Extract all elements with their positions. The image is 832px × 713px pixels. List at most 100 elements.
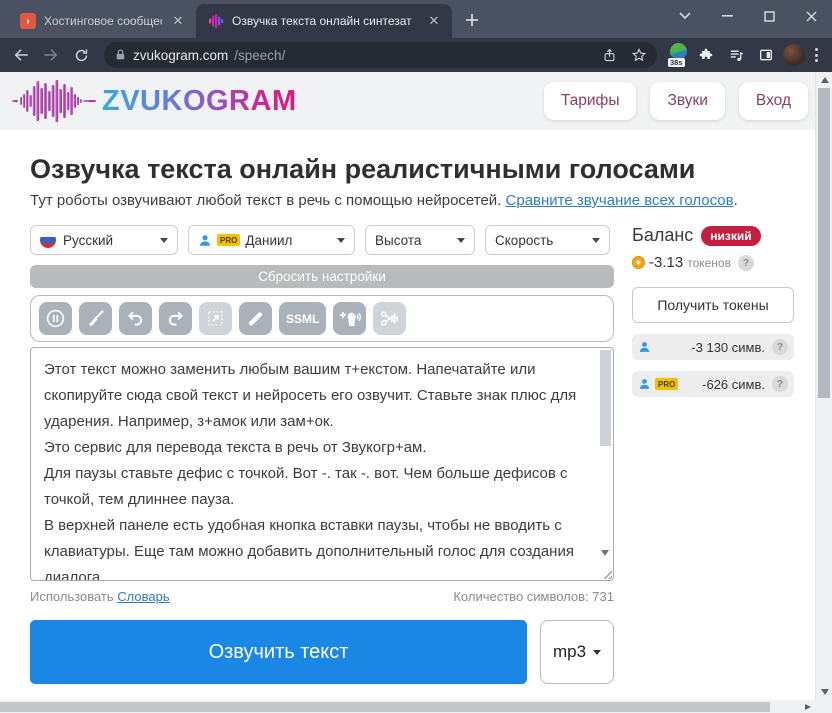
compare-voices-link[interactable]: Сравните звучание всех голосов	[506, 192, 734, 209]
pro-voice-usage-row: PRO -626 симв. ?	[632, 371, 794, 397]
chevron-down-icon	[592, 238, 600, 243]
extensions-puzzle-icon[interactable]	[693, 42, 719, 68]
char-count: Количество символов: 731	[453, 589, 614, 604]
scroll-up-icon[interactable]	[821, 77, 829, 83]
dictionary-link[interactable]: Словарь	[117, 589, 169, 604]
broom-icon	[85, 308, 106, 329]
share-icon[interactable]	[602, 48, 617, 63]
add-voice-button[interactable]	[333, 302, 366, 335]
tab-title: Хостинговое сообщество «Time	[44, 14, 162, 28]
window-maximize-button[interactable]	[748, 0, 790, 32]
browser-tab-hosting[interactable]: › Хостинговое сообщество «Time ✕	[8, 4, 196, 38]
undo-icon	[125, 308, 146, 329]
chevron-down-icon	[593, 650, 601, 655]
person-icon	[198, 233, 212, 248]
back-icon[interactable]	[8, 42, 34, 68]
vertical-scrollbar-thumb[interactable]	[818, 88, 830, 398]
voice-select[interactable]: PRO Даниил	[188, 225, 355, 255]
format-select[interactable]: mp3	[540, 620, 614, 684]
insert-pause-button[interactable]	[39, 302, 72, 335]
editor-scrollbar-thumb[interactable]	[600, 350, 611, 446]
horizontal-scrollbar-thumb[interactable]	[0, 702, 770, 712]
bookmark-star-icon[interactable]	[631, 47, 647, 63]
standard-voice-usage-row: -3 130 симв. ?	[632, 334, 794, 360]
page-title: Озвучка текста онлайн реалистичными голо…	[30, 154, 832, 185]
page-horizontal-scrollbar[interactable]	[0, 700, 815, 713]
balance-label: Баланс	[632, 225, 693, 246]
window-minimize-button[interactable]	[706, 0, 748, 32]
extension-badge: 38s	[668, 58, 685, 67]
chevron-down-icon	[160, 238, 168, 243]
pro-badge: PRO	[655, 378, 678, 390]
tab-close-icon[interactable]: ✕	[170, 13, 186, 29]
address-bar[interactable]: zvukogram.com/speech/	[104, 42, 657, 68]
cut-audio-button[interactable]	[373, 302, 406, 335]
pro-badge: PRO	[217, 234, 240, 246]
browser-tab-zvukogram[interactable]: Озвучка текста онлайн синтезат ✕	[196, 4, 452, 38]
tariffs-button[interactable]: Тарифы	[544, 82, 637, 120]
expand-icon	[205, 308, 226, 329]
vpn-extension-icon[interactable]: 38s	[667, 43, 689, 67]
side-panel-icon[interactable]	[753, 42, 779, 68]
person-icon	[638, 377, 651, 391]
text-editor-wrap: Этот текст можно заменить любым вашим т+…	[30, 347, 614, 581]
logo-text: ZVUKOGRAM	[102, 85, 297, 118]
synthesize-button[interactable]: Озвучить текст	[30, 620, 527, 684]
scrollbar-corner	[815, 700, 832, 713]
window-restore-down-icon[interactable]	[664, 0, 706, 32]
sounds-button[interactable]: Звуки	[650, 82, 724, 120]
url-host: zvukogram.com	[133, 48, 228, 63]
tab-close-icon[interactable]: ✕	[426, 13, 442, 29]
scroll-right-icon[interactable]	[805, 704, 811, 710]
tokens-value: -3.13	[649, 254, 683, 271]
browser-menu-icon[interactable]	[809, 48, 824, 62]
pitch-select[interactable]: Высота	[365, 225, 475, 255]
dictionary-row: Использовать Словарь Количество символов…	[30, 589, 614, 604]
browser-tabstrip: › Хостинговое сообщество «Time ✕ Озвучка…	[0, 0, 832, 38]
reset-settings-button[interactable]: Сбросить настройки	[30, 265, 614, 288]
usage-help-icon[interactable]: ?	[772, 376, 788, 392]
text-editor[interactable]: Этот текст можно заменить любым вашим т+…	[31, 348, 613, 580]
forward-icon[interactable]	[38, 42, 64, 68]
site-header: ZVUKOGRAM Тарифы Звуки Вход	[0, 72, 832, 130]
tab-title: Озвучка текста онлайн синтезат	[232, 14, 418, 28]
editor-toolbar: SSML	[30, 295, 614, 342]
site-logo[interactable]: ZVUKOGRAM	[12, 79, 297, 123]
waveform-logo-icon	[12, 79, 96, 123]
redo-button[interactable]	[159, 302, 192, 335]
editor-scroll-down-icon[interactable]	[601, 550, 609, 556]
ssml-button[interactable]: SSML	[279, 302, 326, 335]
get-tokens-button[interactable]: Получить токены	[632, 287, 794, 323]
browser-toolbar: zvukogram.com/speech/ 38s	[0, 38, 832, 72]
person-icon	[638, 340, 651, 354]
expand-editor-button[interactable]	[199, 302, 232, 335]
undo-button[interactable]	[119, 302, 152, 335]
new-tab-button[interactable]	[458, 6, 486, 34]
tokens-help-icon[interactable]: ?	[738, 255, 754, 271]
usage-value: -626 симв.	[702, 377, 765, 392]
cut-audio-icon	[379, 308, 400, 329]
add-voice-icon	[338, 308, 361, 329]
window-close-button[interactable]	[790, 0, 832, 32]
login-button[interactable]: Вход	[739, 82, 808, 120]
pen-icon	[245, 308, 266, 329]
clear-text-button[interactable]	[79, 302, 112, 335]
tab-favicon-waveform-icon	[208, 13, 224, 29]
playlist-extension-icon[interactable]	[723, 42, 749, 68]
pause-icon	[45, 308, 66, 329]
language-select[interactable]: Русский	[30, 225, 178, 255]
reload-icon[interactable]	[68, 42, 94, 68]
page-vertical-scrollbar[interactable]	[815, 72, 832, 700]
page: ZVUKOGRAM Тарифы Звуки Вход Озвучка текс…	[0, 72, 832, 713]
usage-value: -3 130 симв.	[691, 340, 765, 355]
usage-help-icon[interactable]: ?	[772, 339, 788, 355]
speed-select[interactable]: Скорость	[485, 225, 610, 255]
profile-avatar[interactable]	[783, 44, 805, 66]
page-subtitle: Тут роботы озвучивают любой текст в речь…	[30, 192, 832, 209]
tab-favicon-hosting: ›	[20, 13, 36, 29]
token-coin-icon	[632, 256, 645, 269]
scroll-down-icon[interactable]	[821, 689, 829, 695]
accent-pen-button[interactable]	[239, 302, 272, 335]
lock-icon	[114, 48, 127, 62]
editor-scrollbar[interactable]	[599, 350, 611, 578]
